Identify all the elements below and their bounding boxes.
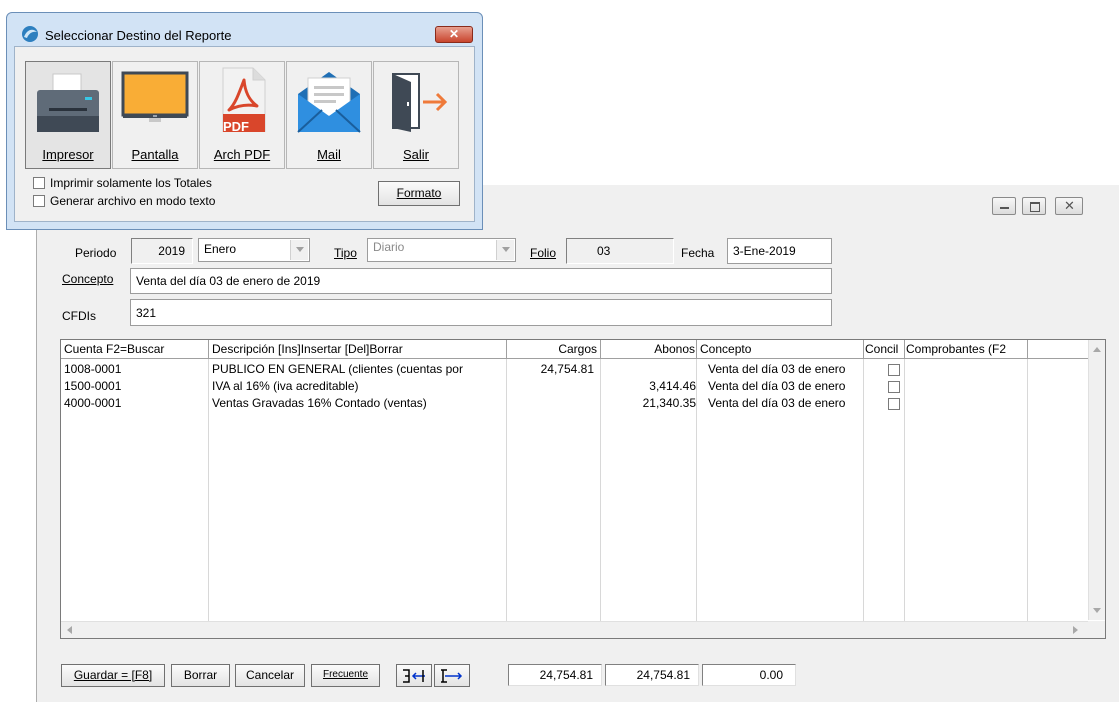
texto-checkbox[interactable] [33,195,45,207]
col-header-cuenta[interactable]: Cuenta F2=Buscar [61,340,209,359]
cell-cargos[interactable]: 24,754.81 [507,361,601,378]
arch-pdf-button[interactable]: PDF Arch PDF [199,61,285,169]
salir-button[interactable]: Salir [373,61,459,169]
cell-concepto[interactable]: Venta del día 03 de enero [700,361,864,378]
exit-door-icon [392,73,448,132]
fecha-label: Fecha [681,246,715,260]
concepto-label: Concepto [62,272,114,286]
move-left-icon [403,669,425,683]
col-header-concil[interactable]: Concil [864,340,905,359]
chevron-down-icon[interactable] [290,240,308,260]
asientos-grid[interactable]: Cuenta F2=Buscar Descripción [Ins]Insert… [60,339,1106,639]
pdf-badge: PDF [223,119,249,134]
mail-icon [297,72,361,133]
maximize-button[interactable] [1022,197,1046,215]
cell-abonos[interactable]: 21,340.35 [601,395,697,412]
borrar-button[interactable]: Borrar [171,664,230,687]
report-destination-dialog: Seleccionar Destino del Reporte ✕ Impres… [6,12,483,230]
cfdis-field[interactable]: 321 [130,299,832,326]
cell-cargos[interactable] [507,378,601,395]
cfdis-label: CFDIs [62,309,96,323]
printer-icon [37,73,99,132]
concepto-field[interactable]: Venta del día 03 de enero de 2019 [130,268,832,294]
horizontal-scrollbar[interactable] [61,621,1088,638]
periodo-year: 2019 [158,244,185,258]
total-diferencia: 0.00 [702,664,796,686]
cancelar-button[interactable]: Cancelar [235,664,305,687]
concil-checkbox[interactable] [888,381,900,393]
folio-label: Folio [530,246,557,260]
minimize-icon [1000,207,1009,209]
scroll-left-icon[interactable] [67,626,72,634]
col-header-descripcion[interactable]: Descripción [Ins]Insertar [Del]Borrar [209,340,507,359]
arch-pdf-label: Arch PDF [213,147,271,162]
guardar-label: Guardar = [F8] [73,668,153,682]
tipo-value: Diario [373,240,405,254]
total-cargos: 24,754.81 [508,664,602,686]
col-header-blank [1028,340,1088,359]
monitor-icon [121,71,189,122]
indent-right-button[interactable] [434,664,470,687]
fecha-field[interactable]: 3-Ene-2019 [727,238,832,264]
concil-checkbox[interactable] [888,398,900,410]
periodo-year-frame: 2019 [131,238,193,264]
col-header-abonos[interactable]: Abonos [601,340,697,359]
salir-label: Salir [402,147,429,162]
impresor-button[interactable]: Impresor [25,61,111,169]
scroll-right-icon[interactable] [1073,626,1078,634]
folio-value: 03 [597,244,611,258]
dialog-close-button[interactable]: ✕ [435,26,473,43]
folio-frame: 03 [566,238,674,264]
totales-checkbox-label: Imprimir solamente los Totales [50,176,212,190]
periodo-label: Periodo [75,246,117,260]
scroll-corner [1088,621,1105,638]
cell-descripcion[interactable]: IVA al 16% (iva acreditable) [209,378,507,395]
scroll-down-icon[interactable] [1093,608,1101,613]
scroll-up-icon[interactable] [1093,347,1101,352]
col-header-concepto[interactable]: Concepto [697,340,864,359]
app-logo-icon [22,26,38,42]
impresor-label: Impresor [42,147,94,162]
cell-abonos[interactable] [601,361,697,378]
guardar-button[interactable]: Guardar = [F8] [61,664,165,687]
cell-cargos[interactable] [507,395,601,412]
close-icon: ✕ [1064,198,1075,213]
chevron-down-icon[interactable] [496,240,514,260]
cell-concepto[interactable]: Venta del día 03 de enero [700,395,864,412]
total-abonos: 24,754.81 [605,664,699,686]
periodo-month-select[interactable]: Enero [198,238,310,262]
pantalla-label: Pantalla [131,147,179,162]
vertical-scrollbar[interactable] [1088,340,1105,620]
pantalla-button[interactable]: Pantalla [112,61,198,169]
tipo-select[interactable]: Diario [367,238,516,262]
concil-checkbox[interactable] [888,364,900,376]
cell-cuenta[interactable]: 4000-0001 [61,395,209,412]
cell-abonos[interactable]: 3,414.46 [601,378,697,395]
formato-button[interactable]: Formato [378,181,460,206]
mail-label: Mail [317,147,341,162]
col-header-cargos[interactable]: Cargos [507,340,601,359]
mail-button[interactable]: Mail [286,61,372,169]
frecuente-button[interactable]: Frecuente [311,664,380,687]
close-window-button[interactable]: ✕ [1055,197,1083,215]
cell-cuenta[interactable]: 1500-0001 [61,378,209,395]
cell-cuenta[interactable]: 1008-0001 [61,361,209,378]
dialog-body: Impresor Pantalla PDF Arch PDF Mail Sali… [14,46,475,222]
formato-label: Formato [396,186,442,200]
cell-concepto[interactable]: Venta del día 03 de enero [700,378,864,395]
col-header-comprobantes[interactable]: Comprobantes (F2 [905,340,1028,359]
periodo-month-value: Enero [204,242,237,256]
cell-descripcion[interactable]: PUBLICO EN GENERAL (clientes (cuentas po… [209,361,507,378]
move-right-icon [441,669,463,683]
maximize-icon [1030,202,1040,212]
cell-descripcion[interactable]: Ventas Gravadas 16% Contado (ventas) [209,395,507,412]
close-icon: ✕ [449,27,460,41]
indent-left-button[interactable] [396,664,432,687]
totales-checkbox[interactable] [33,177,45,189]
minimize-button[interactable] [992,197,1016,215]
texto-checkbox-label: Generar archivo en modo texto [50,194,216,208]
frecuente-label: Frecuente [322,669,369,680]
dialog-title: Seleccionar Destino del Reporte [45,28,232,43]
tipo-label: Tipo [334,246,357,260]
